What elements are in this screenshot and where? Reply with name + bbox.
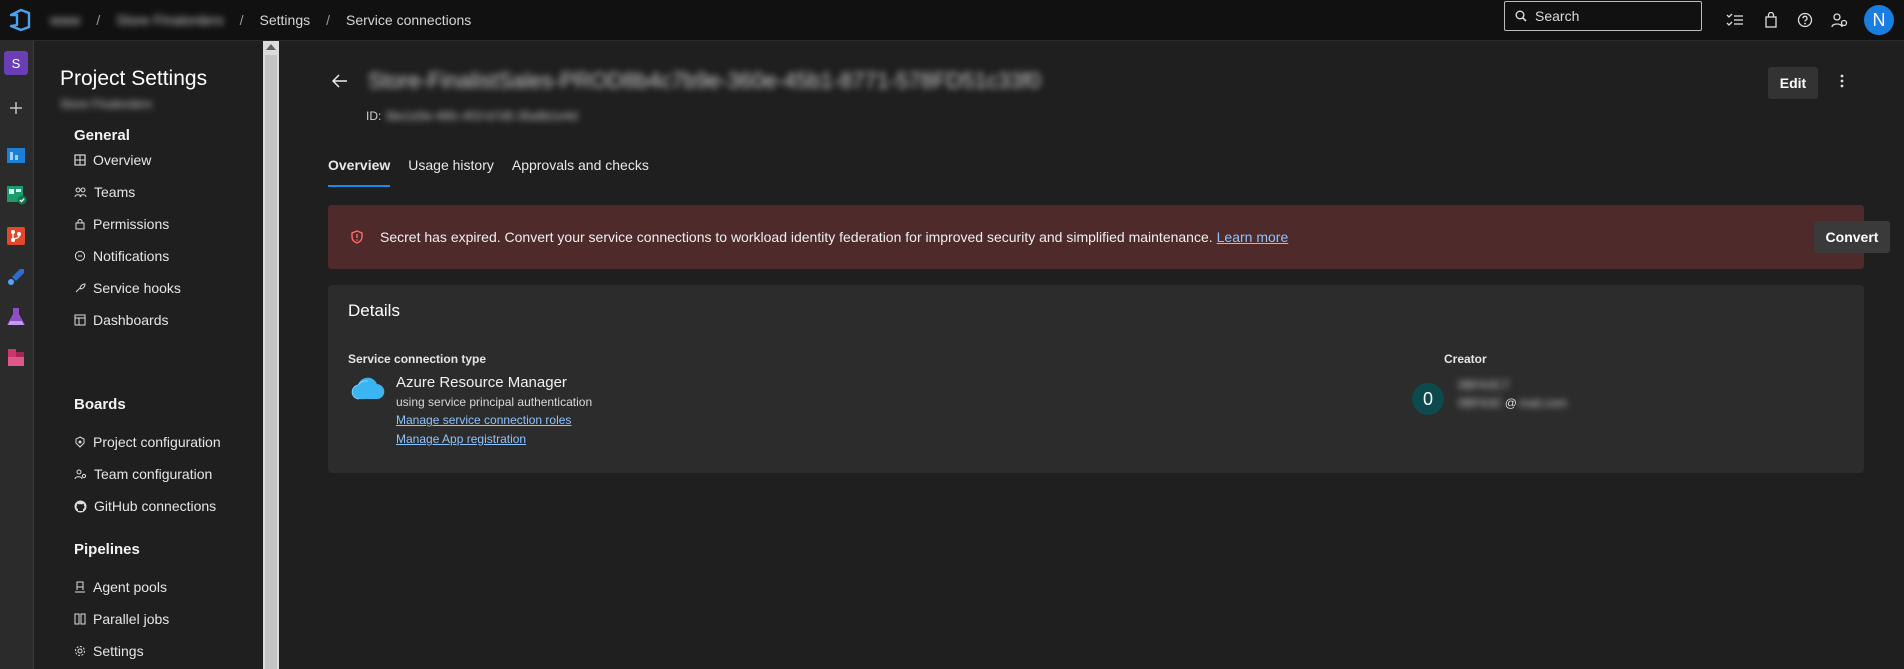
- creator-label: Creator: [1444, 352, 1487, 366]
- azure-cloud-icon: [350, 377, 386, 404]
- notifications-icon: [74, 250, 86, 262]
- artifacts-service-icon[interactable]: [4, 345, 28, 369]
- help-icon[interactable]: [1794, 9, 1816, 31]
- parallel-jobs-icon: [74, 613, 86, 625]
- manage-connection-roles-link[interactable]: Manage service connection roles: [396, 413, 571, 427]
- main-content: Store-FinalistSales-PROD8b4c7b9e-360e-45…: [280, 41, 1904, 669]
- shield-warning-icon: [350, 230, 364, 247]
- scroll-up-arrow-icon[interactable]: [266, 44, 276, 50]
- gear-icon: [75, 646, 85, 656]
- details-card: Details Service connection type Azure Re…: [328, 285, 1864, 473]
- dashboards-icon: [74, 314, 86, 326]
- connection-type-name: Azure Resource Manager: [396, 374, 567, 391]
- sidebar-item-team-configuration[interactable]: Team configuration: [74, 463, 212, 485]
- breadcrumb-organization[interactable]: www: [50, 12, 80, 28]
- convert-button[interactable]: Convert: [1814, 221, 1890, 253]
- creator-name: 0BFA3C7: [1458, 378, 1510, 392]
- pipelines-service-icon[interactable]: [4, 265, 28, 289]
- overview-service-icon[interactable]: [4, 143, 28, 167]
- creator-email: 0BFA3C @ mail.com: [1458, 396, 1567, 410]
- service-connection-type-label: Service connection type: [348, 352, 487, 366]
- add-icon[interactable]: [4, 96, 28, 120]
- sidebar-project-name: Store Finalorders: [60, 97, 153, 111]
- service-hooks-icon: [75, 283, 86, 293]
- github-icon: [74, 500, 87, 512]
- tab-approvals-and-checks[interactable]: Approvals and checks: [512, 157, 649, 173]
- sidebar-item-overview[interactable]: Overview: [74, 149, 151, 171]
- edit-button[interactable]: Edit: [1768, 67, 1818, 99]
- back-arrow-icon[interactable]: [331, 74, 348, 91]
- team-configuration-icon: [74, 469, 87, 480]
- sidebar-item-github-connections[interactable]: GitHub connections: [74, 495, 216, 517]
- sidebar-title: Project Settings: [60, 67, 208, 90]
- sidebar-scrollbar[interactable]: [263, 41, 279, 669]
- sidebar-item-permissions[interactable]: Permissions: [74, 213, 169, 235]
- user-settings-icon[interactable]: [1829, 9, 1851, 31]
- learn-more-link[interactable]: Learn more: [1217, 229, 1289, 245]
- sidebar-item-service-hooks[interactable]: Service hooks: [74, 277, 181, 299]
- tab-bar: Overview Usage history Approvals and che…: [328, 157, 667, 187]
- azure-devops-logo-icon[interactable]: [8, 8, 32, 32]
- sidebar-item-project-configuration[interactable]: Project configuration: [74, 431, 221, 453]
- sidebar-item-agent-pools[interactable]: Agent pools: [74, 576, 167, 598]
- app-rail: S: [0, 41, 34, 669]
- agent-pools-icon: [75, 581, 85, 593]
- scrollbar-thumb[interactable]: [265, 55, 277, 669]
- teams-icon: [74, 187, 87, 198]
- sidebar-item-settings[interactable]: Settings: [74, 640, 144, 662]
- more-options-icon[interactable]: [1840, 74, 1844, 91]
- project-avatar[interactable]: S: [4, 51, 28, 75]
- overview-icon: [74, 154, 86, 166]
- banner-message: Secret has expired. Convert your service…: [380, 229, 1213, 245]
- connection-auth-type: using service principal authentication: [396, 395, 593, 409]
- search-icon: [1515, 10, 1527, 22]
- search-input[interactable]: Search: [1504, 1, 1702, 31]
- test-plans-service-icon[interactable]: [4, 305, 28, 329]
- breadcrumb-service-connections[interactable]: Service connections: [346, 12, 471, 28]
- creator-avatar: 0: [1412, 383, 1444, 415]
- id-value: 3be1d3e-46fc-4f1f-b7d5-35a6b1e4d: [385, 109, 578, 123]
- search-placeholder: Search: [1535, 8, 1580, 24]
- section-general: General: [74, 127, 130, 144]
- task-list-icon[interactable]: [1724, 9, 1746, 31]
- service-connection-title: Store-FinalistSales-PROD8b4c7b9e-360e-45…: [368, 68, 1041, 93]
- section-pipelines: Pipelines: [74, 541, 140, 558]
- manage-app-registration-link[interactable]: Manage App registration: [396, 432, 526, 446]
- project-configuration-icon: [75, 436, 85, 448]
- details-heading: Details: [348, 301, 400, 320]
- sidebar-item-teams[interactable]: Teams: [74, 181, 135, 203]
- sidebar-item-notifications[interactable]: Notifications: [74, 245, 169, 267]
- tab-usage-history[interactable]: Usage history: [408, 157, 494, 173]
- tab-overview[interactable]: Overview: [328, 157, 391, 187]
- marketplace-bag-icon[interactable]: [1760, 9, 1782, 31]
- section-boards: Boards: [74, 396, 126, 413]
- user-avatar[interactable]: N: [1864, 5, 1894, 35]
- lock-icon: [75, 219, 85, 230]
- expired-secret-banner: Secret has expired. Convert your service…: [328, 205, 1890, 269]
- service-connection-id: ID: 3be1d3e-46fc-4f1f-b7d5-35a6b1e4d: [366, 109, 578, 123]
- boards-service-icon[interactable]: [4, 182, 28, 206]
- project-settings-sidebar: Project Settings Store Finalorders Gener…: [34, 41, 263, 669]
- sidebar-item-dashboards[interactable]: Dashboards: [74, 309, 169, 331]
- sidebar-item-parallel-jobs[interactable]: Parallel jobs: [74, 608, 169, 630]
- breadcrumb: www / Store Finalorders / Settings / Ser…: [50, 12, 472, 28]
- breadcrumb-project[interactable]: Store Finalorders: [116, 12, 223, 28]
- repos-service-icon[interactable]: [4, 224, 28, 248]
- top-bar: www / Store Finalorders / Settings / Ser…: [0, 0, 1904, 41]
- breadcrumb-settings[interactable]: Settings: [260, 12, 311, 28]
